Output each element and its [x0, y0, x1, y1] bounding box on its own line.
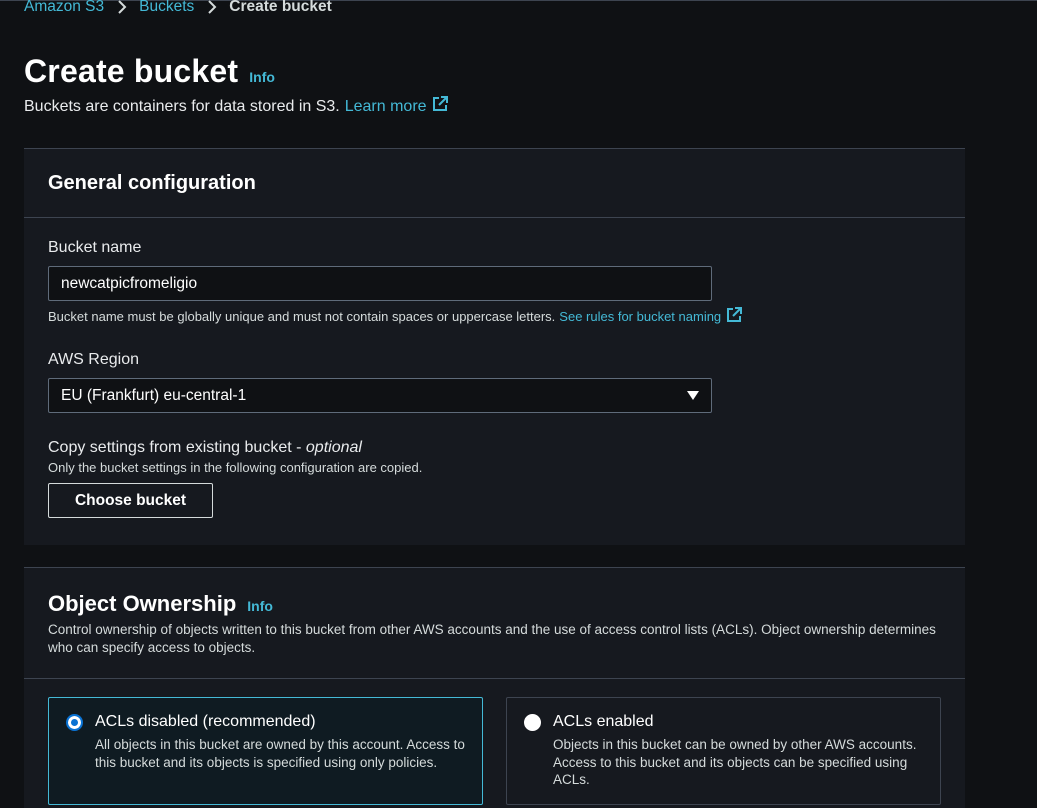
- object-ownership-description: Control ownership of objects written to …: [48, 622, 936, 655]
- title-row: Create bucket Info: [24, 53, 275, 90]
- panel-divider: [24, 678, 965, 679]
- general-configuration-panel: General configuration Bucket name Bucket…: [24, 148, 965, 545]
- acls-enabled-label: ACLs enabled: [553, 713, 654, 730]
- acls-enabled-description: Objects in this bucket can be owned by o…: [553, 737, 917, 787]
- external-link-icon: [432, 96, 448, 117]
- bucket-name-label: Bucket name: [48, 239, 142, 256]
- chevron-right-icon: [117, 0, 127, 14]
- aws-region-select[interactable]: EU (Frankfurt) eu-central-1: [48, 378, 712, 413]
- aws-region-value: EU (Frankfurt) eu-central-1: [61, 386, 247, 404]
- panel-divider: [24, 217, 965, 218]
- create-bucket-page: Amazon S3 Buckets Create bucket Create b…: [0, 0, 1037, 808]
- acls-enabled-radio[interactable]: [524, 714, 541, 731]
- breadcrumb-current: Create bucket: [229, 0, 332, 15]
- acls-disabled-radio[interactable]: [66, 714, 83, 731]
- bucket-name-hint-text: Bucket name must be globally unique and …: [48, 309, 556, 324]
- copy-settings-label: Copy settings from existing bucket - opt…: [48, 439, 362, 457]
- page-title: Create bucket: [24, 53, 239, 89]
- breadcrumb-amazon-s3[interactable]: Amazon S3: [24, 0, 104, 16]
- optional-tag: optional: [305, 439, 362, 456]
- chevron-right-icon: [207, 0, 217, 14]
- aws-region-label: AWS Region: [48, 351, 139, 368]
- caret-down-icon: [687, 391, 699, 400]
- acls-disabled-label: ACLs disabled (recommended): [95, 713, 316, 730]
- object-ownership-info-link[interactable]: Info: [247, 598, 273, 614]
- page-description: Buckets are containers for data stored i…: [24, 96, 448, 117]
- general-configuration-title: General configuration: [48, 172, 256, 194]
- external-link-icon: [726, 307, 743, 326]
- copy-settings-hint: Only the bucket settings in the followin…: [48, 460, 423, 475]
- bucket-name-input[interactable]: [48, 266, 712, 301]
- bucket-naming-rules-label: See rules for bucket naming: [559, 309, 722, 324]
- acls-enabled-tile[interactable]: ACLs enabled Objects in this bucket can …: [506, 697, 941, 805]
- page-info-link[interactable]: Info: [249, 69, 275, 85]
- learn-more-label: Learn more: [344, 97, 427, 115]
- choose-bucket-button[interactable]: Choose bucket: [48, 483, 213, 518]
- breadcrumb-buckets[interactable]: Buckets: [139, 0, 194, 16]
- bucket-name-hint: Bucket name must be globally unique and …: [48, 307, 743, 326]
- object-ownership-title: Object Ownership: [48, 591, 237, 616]
- bucket-naming-rules-link[interactable]: See rules for bucket naming: [559, 307, 743, 326]
- acls-disabled-description: All objects in this bucket are owned by …: [95, 737, 465, 770]
- copy-settings-label-text: Copy settings from existing bucket -: [48, 439, 306, 456]
- breadcrumb: Amazon S3 Buckets Create bucket: [24, 0, 332, 17]
- object-ownership-title-row: Object Ownership Info: [48, 591, 273, 617]
- learn-more-link[interactable]: Learn more: [345, 96, 448, 117]
- acls-disabled-tile[interactable]: ACLs disabled (recommended) All objects …: [48, 697, 483, 805]
- page-description-text: Buckets are containers for data stored i…: [24, 97, 340, 115]
- object-ownership-panel: Object Ownership Info Control ownership …: [24, 567, 965, 808]
